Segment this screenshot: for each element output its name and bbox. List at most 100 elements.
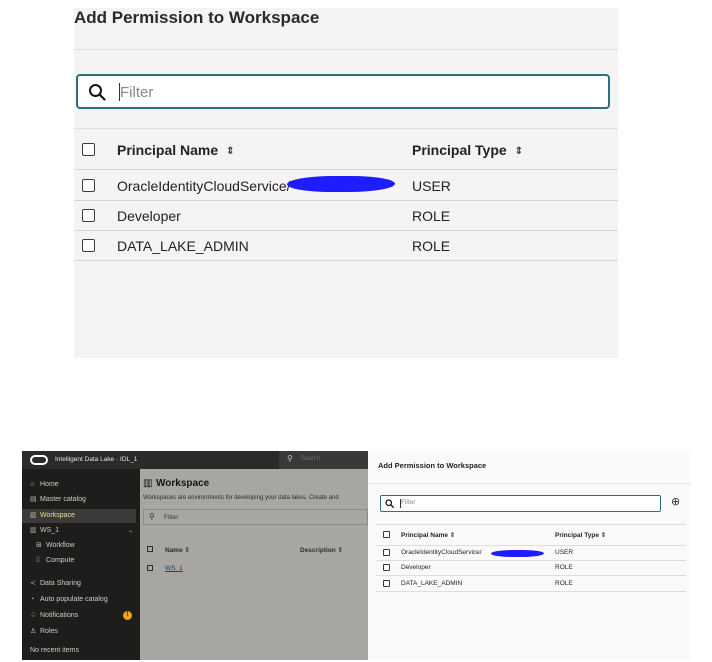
sidebar-item-label: Workflow	[46, 542, 75, 549]
search-placeholder: Search	[301, 456, 321, 462]
auto-catalog-icon: ◔	[30, 596, 35, 603]
principal-name-cell: DATA_LAKE_ADMIN	[401, 580, 463, 587]
principal-name-header[interactable]: Principal Name ⇕	[117, 142, 235, 158]
table-row[interactable]: DATA_LAKE_ADMIN ROLE	[74, 231, 618, 261]
principal-type-cell: ROLE	[412, 238, 451, 254]
table-row[interactable]: Developer ROLE	[74, 201, 618, 231]
sidebar-item-ws1[interactable]: ▥ WS_1 ⌄	[22, 524, 136, 538]
search-icon	[89, 84, 106, 101]
table-header: Principal Name ⇕ Principal Type ⇕	[74, 128, 618, 170]
notification-badge: !	[123, 611, 132, 620]
principal-name-cell: Developer	[401, 564, 431, 571]
home-icon: ⌂	[30, 481, 35, 488]
principal-name-cell: Developer	[117, 208, 181, 224]
row-checkbox[interactable]	[82, 179, 95, 192]
sidebar-item-data-sharing[interactable]: ≺ Data Sharing	[22, 577, 136, 591]
recent-items-empty: No recent items	[22, 644, 136, 658]
app-sidebar: Intelligent Data Lake · IDL_1 ⌂ Home ▤ M…	[22, 451, 140, 660]
filter-input[interactable]: Filter	[76, 74, 610, 109]
select-all-checkbox[interactable]	[147, 546, 153, 552]
redaction-mark	[490, 550, 545, 557]
filter-placeholder: Filter	[164, 514, 179, 521]
sidebar-item-label: Workspace	[40, 512, 75, 519]
principal-type-cell: ROLE	[555, 580, 573, 587]
principal-type-cell: USER	[555, 549, 574, 556]
divider	[74, 49, 618, 50]
sidebar-item-label: Master catalog	[40, 496, 86, 503]
row-checkbox[interactable]	[82, 239, 95, 252]
catalog-icon: ▤	[30, 496, 37, 503]
page-title: Workspace	[156, 478, 210, 489]
workspace-link[interactable]: WS_1	[165, 565, 183, 572]
sidebar-item-auto-populate[interactable]: ◔ Auto populate catalog	[22, 593, 136, 607]
sidebar-item-label: Roles	[40, 628, 58, 635]
sidebar-item-label: WS_1	[40, 527, 60, 534]
add-permission-dialog-zoomed: Add Permission to Workspace Filter Princ…	[74, 8, 618, 358]
workspace-filter-input[interactable]: ⚲ Filter	[143, 509, 368, 525]
dialog-title: Add Permission to Workspace	[74, 8, 320, 27]
select-all-checkbox[interactable]	[383, 531, 390, 538]
row-checkbox[interactable]	[383, 549, 390, 556]
search-icon: ⚲	[287, 454, 293, 463]
sidebar-item-compute[interactable]: ⁞⁞ Compute	[22, 554, 136, 568]
divider	[376, 545, 686, 546]
filter-placeholder: Filter	[120, 84, 154, 101]
oracle-logo-icon	[30, 455, 48, 465]
principal-type-cell: ROLE	[555, 564, 573, 571]
description-header[interactable]: Description ⇕	[300, 546, 343, 554]
workflow-icon: ⊞	[36, 542, 42, 549]
chevron-down-icon[interactable]: ⌄	[128, 524, 133, 538]
sidebar-item-notifications[interactable]: ♤ Notifications !	[22, 609, 136, 623]
workspace-icon: ▥	[30, 527, 37, 534]
sidebar-item-label: Notifications	[40, 612, 79, 619]
roles-icon: ♙	[30, 628, 37, 635]
principal-name-cell: DATA_LAKE_ADMIN	[117, 238, 249, 254]
principal-name-header[interactable]: Principal Name ⇕	[401, 531, 455, 539]
workspace-page: ▥ Workspace Workspaces are environments …	[140, 469, 368, 660]
add-icon[interactable]: ⊕	[671, 496, 680, 508]
workspace-icon: ▥	[143, 478, 153, 489]
page-description: Workspaces are environments for developi…	[143, 495, 339, 501]
add-permission-dialog: Add Permission to Workspace Filter ⊕ Pri…	[368, 451, 691, 660]
row-checkbox[interactable]	[82, 209, 95, 222]
sidebar-item-master-catalog[interactable]: ▤ Master catalog	[22, 493, 136, 507]
sort-icon[interactable]: ⇕	[601, 532, 606, 539]
recent-items-label: No recent items	[30, 647, 80, 654]
filter-placeholder: Filter	[401, 499, 416, 506]
sort-icon[interactable]: ⇕	[226, 146, 234, 157]
principal-name-cell: OracleIdentityCloudService/	[401, 549, 482, 556]
brand-bar: Intelligent Data Lake · IDL_1	[22, 451, 140, 469]
name-header[interactable]: Name ⇕	[165, 546, 190, 554]
principal-type-header[interactable]: Principal Type ⇕	[412, 142, 523, 158]
sidebar-item-roles[interactable]: ♙ Roles	[22, 625, 136, 639]
table-row[interactable]: OracleIdentityCloudService/ USER	[74, 171, 618, 201]
app-brand: Intelligent Data Lake · IDL_1	[55, 456, 138, 463]
search-icon: ⚲	[149, 512, 155, 521]
sort-icon[interactable]: ⇕	[515, 146, 523, 157]
row-checkbox[interactable]	[147, 565, 153, 571]
row-checkbox[interactable]	[383, 564, 390, 571]
select-all-checkbox[interactable]	[82, 143, 95, 156]
filter-input[interactable]: Filter	[380, 495, 661, 512]
divider	[376, 591, 686, 592]
redaction-mark	[285, 176, 397, 192]
share-icon: ≺	[30, 580, 36, 587]
sidebar-item-label: Compute	[46, 557, 75, 564]
row-checkbox[interactable]	[383, 580, 390, 587]
sidebar-item-workspace[interactable]: ▥ Workspace	[22, 509, 136, 523]
bell-icon: ♤	[30, 612, 37, 619]
principal-type-header[interactable]: Principal Type ⇕	[555, 531, 606, 539]
divider	[376, 524, 686, 525]
principal-type-cell: ROLE	[412, 208, 451, 224]
sidebar-item-home[interactable]: ⌂ Home	[22, 478, 136, 492]
sort-icon[interactable]: ⇕	[450, 532, 455, 539]
search-icon	[385, 499, 394, 508]
principal-name-cell: OracleIdentityCloudService/	[117, 178, 291, 194]
principal-type-cell: USER	[412, 178, 451, 194]
global-search[interactable]: ⚲ Search	[279, 451, 368, 469]
divider	[376, 560, 686, 561]
workspace-icon: ▥	[30, 512, 37, 519]
sidebar-item-workflow[interactable]: ⊞ Workflow	[22, 539, 136, 553]
dialog-title: Add Permission to Workspace	[378, 461, 487, 470]
divider	[376, 575, 686, 576]
